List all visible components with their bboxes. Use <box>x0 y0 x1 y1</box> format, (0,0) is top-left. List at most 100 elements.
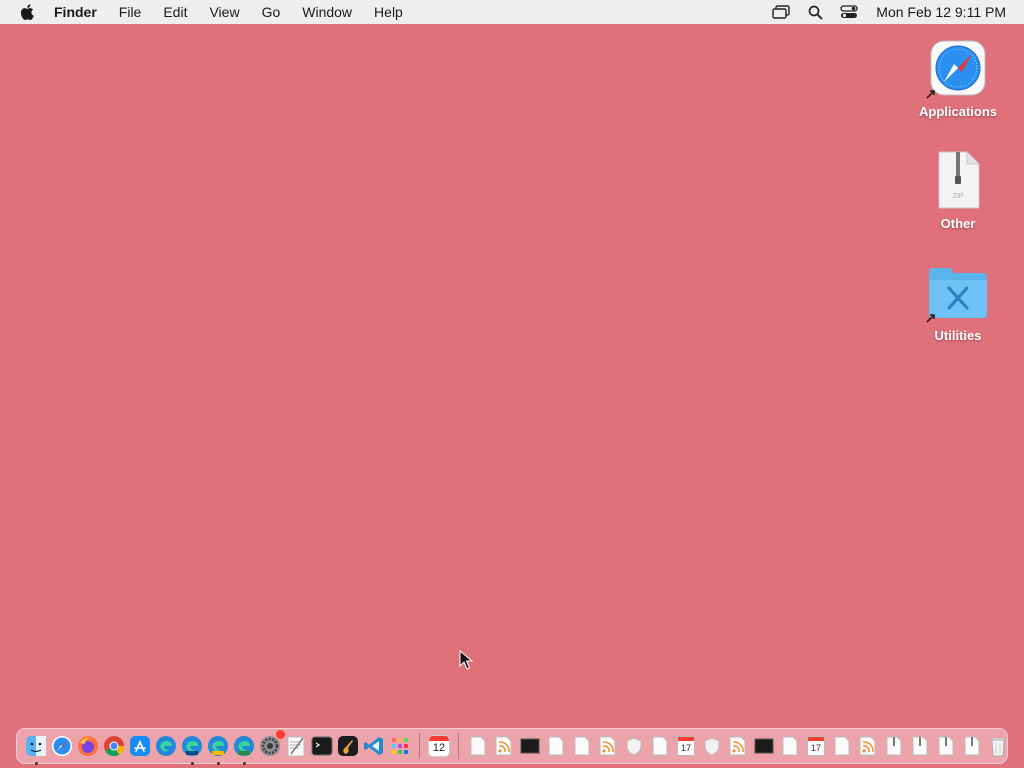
edge-dev-icon <box>234 736 254 756</box>
desktop-icon-label: Applications <box>918 104 997 119</box>
running-indicator <box>242 762 246 765</box>
firefox-icon <box>78 736 98 756</box>
dock-recent-shield[interactable] <box>699 733 725 759</box>
document-icon <box>574 736 590 756</box>
zip-file-icon <box>912 736 928 756</box>
alias-arrow-icon <box>926 314 935 323</box>
desktop-icon-label: Utilities <box>934 328 982 343</box>
dock-recent-document[interactable] <box>543 733 569 759</box>
menu-edit[interactable]: Edit <box>152 0 198 24</box>
running-indicator <box>190 762 194 765</box>
dock-recent-rss[interactable] <box>725 733 751 759</box>
zip-archive-icon: ZIP <box>938 151 980 209</box>
dock-recent-zip[interactable] <box>959 733 985 759</box>
dock-launchpad[interactable] <box>387 733 413 759</box>
dock-edge-canary[interactable] <box>205 733 231 765</box>
zip-file-icon <box>886 736 902 756</box>
app-store-icon <box>130 736 150 756</box>
shield-icon <box>626 737 642 756</box>
dock-recent-document[interactable] <box>829 733 855 759</box>
alias-arrow-icon <box>926 90 935 99</box>
calendar-icon: 12 <box>428 735 450 757</box>
screen-mirroring-icon[interactable] <box>764 5 798 19</box>
zip-file-icon <box>964 736 980 756</box>
dock-terminal[interactable] <box>309 733 335 759</box>
menu-bar: Finder File Edit View Go Window Help Mon… <box>0 0 1024 24</box>
dock-recent-rss[interactable] <box>855 733 881 759</box>
dock-recent-document[interactable] <box>647 733 673 759</box>
dock-recent-document[interactable] <box>465 733 491 759</box>
calendar-file-icon: 17 <box>807 736 825 756</box>
dock-recent-zip[interactable] <box>933 733 959 759</box>
edge-beta-icon <box>182 736 202 756</box>
dock-recent-shield[interactable] <box>621 733 647 759</box>
control-center-icon[interactable] <box>832 5 866 19</box>
dock-recent-calendar[interactable]: 17 <box>673 733 699 759</box>
calendar-file-day: 17 <box>810 743 821 753</box>
menu-bar-clock[interactable]: Mon Feb 12 9:11 PM <box>866 4 1024 20</box>
desktop-icon-label: Other <box>940 216 976 231</box>
shield-icon <box>704 737 720 756</box>
trash-icon <box>990 737 1006 757</box>
dock-textedit[interactable] <box>283 733 309 759</box>
apple-logo-icon <box>20 4 34 20</box>
dock-app-store[interactable] <box>127 733 153 759</box>
chrome-icon <box>104 736 125 757</box>
menu-window[interactable]: Window <box>291 0 363 24</box>
textedit-icon <box>287 736 305 757</box>
menu-help[interactable]: Help <box>363 0 414 24</box>
document-icon <box>834 736 850 756</box>
launchpad-icon <box>392 738 408 754</box>
dock-firefox[interactable] <box>75 733 101 759</box>
rss-feed-icon <box>495 736 512 756</box>
rss-feed-icon <box>729 736 746 756</box>
desktop-icon-applications[interactable]: Applications <box>910 36 1006 119</box>
running-indicator <box>216 762 220 765</box>
apple-menu[interactable] <box>0 4 54 20</box>
dock-trash[interactable] <box>985 733 1011 759</box>
terminal-icon <box>311 736 333 756</box>
dock-calendar[interactable]: 12 <box>426 733 452 759</box>
menu-file[interactable]: File <box>108 0 153 24</box>
dock-recent-zip[interactable] <box>881 733 907 759</box>
calendar-day: 12 <box>432 742 446 754</box>
garageband-icon <box>338 736 358 756</box>
dock-safari[interactable] <box>49 733 75 759</box>
rss-feed-icon <box>599 736 616 756</box>
menu-finder[interactable]: Finder <box>54 0 108 24</box>
dock-recent-zip[interactable] <box>907 733 933 759</box>
document-icon <box>548 736 564 756</box>
dock-recent-terminal[interactable] <box>517 733 543 759</box>
running-indicator <box>34 762 38 765</box>
mouse-cursor-icon <box>459 650 473 670</box>
dock: 1 12 17 <box>16 728 1011 765</box>
dock-separator <box>419 733 420 759</box>
document-icon <box>782 736 798 756</box>
dock-garageband[interactable] <box>335 733 361 759</box>
dock-recent-rss[interactable] <box>491 733 517 759</box>
terminal-window-icon <box>520 738 540 754</box>
dock-finder[interactable] <box>23 733 49 765</box>
dock-recent-terminal[interactable] <box>751 733 777 759</box>
dock-recent-document[interactable] <box>569 733 595 759</box>
vscode-icon <box>364 737 383 755</box>
spotlight-search-icon[interactable] <box>798 5 832 20</box>
menu-view[interactable]: View <box>198 0 250 24</box>
zip-file-icon <box>938 736 954 756</box>
dock-recent-rss[interactable] <box>595 733 621 759</box>
menu-go[interactable]: Go <box>251 0 292 24</box>
dock-edge[interactable] <box>153 733 179 759</box>
dock-edge-beta[interactable] <box>179 733 205 765</box>
dock-recent-document[interactable] <box>777 733 803 759</box>
safari-icon <box>52 736 72 756</box>
safari-compass-icon <box>930 40 986 96</box>
dock-edge-dev[interactable] <box>231 733 257 765</box>
dock-recent-calendar[interactable]: 17 <box>803 733 829 759</box>
calendar-file-day: 17 <box>680 743 691 753</box>
desktop-icon-utilities[interactable]: Utilities <box>910 260 1006 343</box>
dock-system-settings[interactable]: 1 <box>257 730 285 759</box>
dock-vscode[interactable] <box>361 733 387 759</box>
desktop-icon-other[interactable]: ZIP Other <box>910 148 1006 231</box>
dock-chrome[interactable] <box>101 733 127 759</box>
dock-separator <box>458 733 459 759</box>
